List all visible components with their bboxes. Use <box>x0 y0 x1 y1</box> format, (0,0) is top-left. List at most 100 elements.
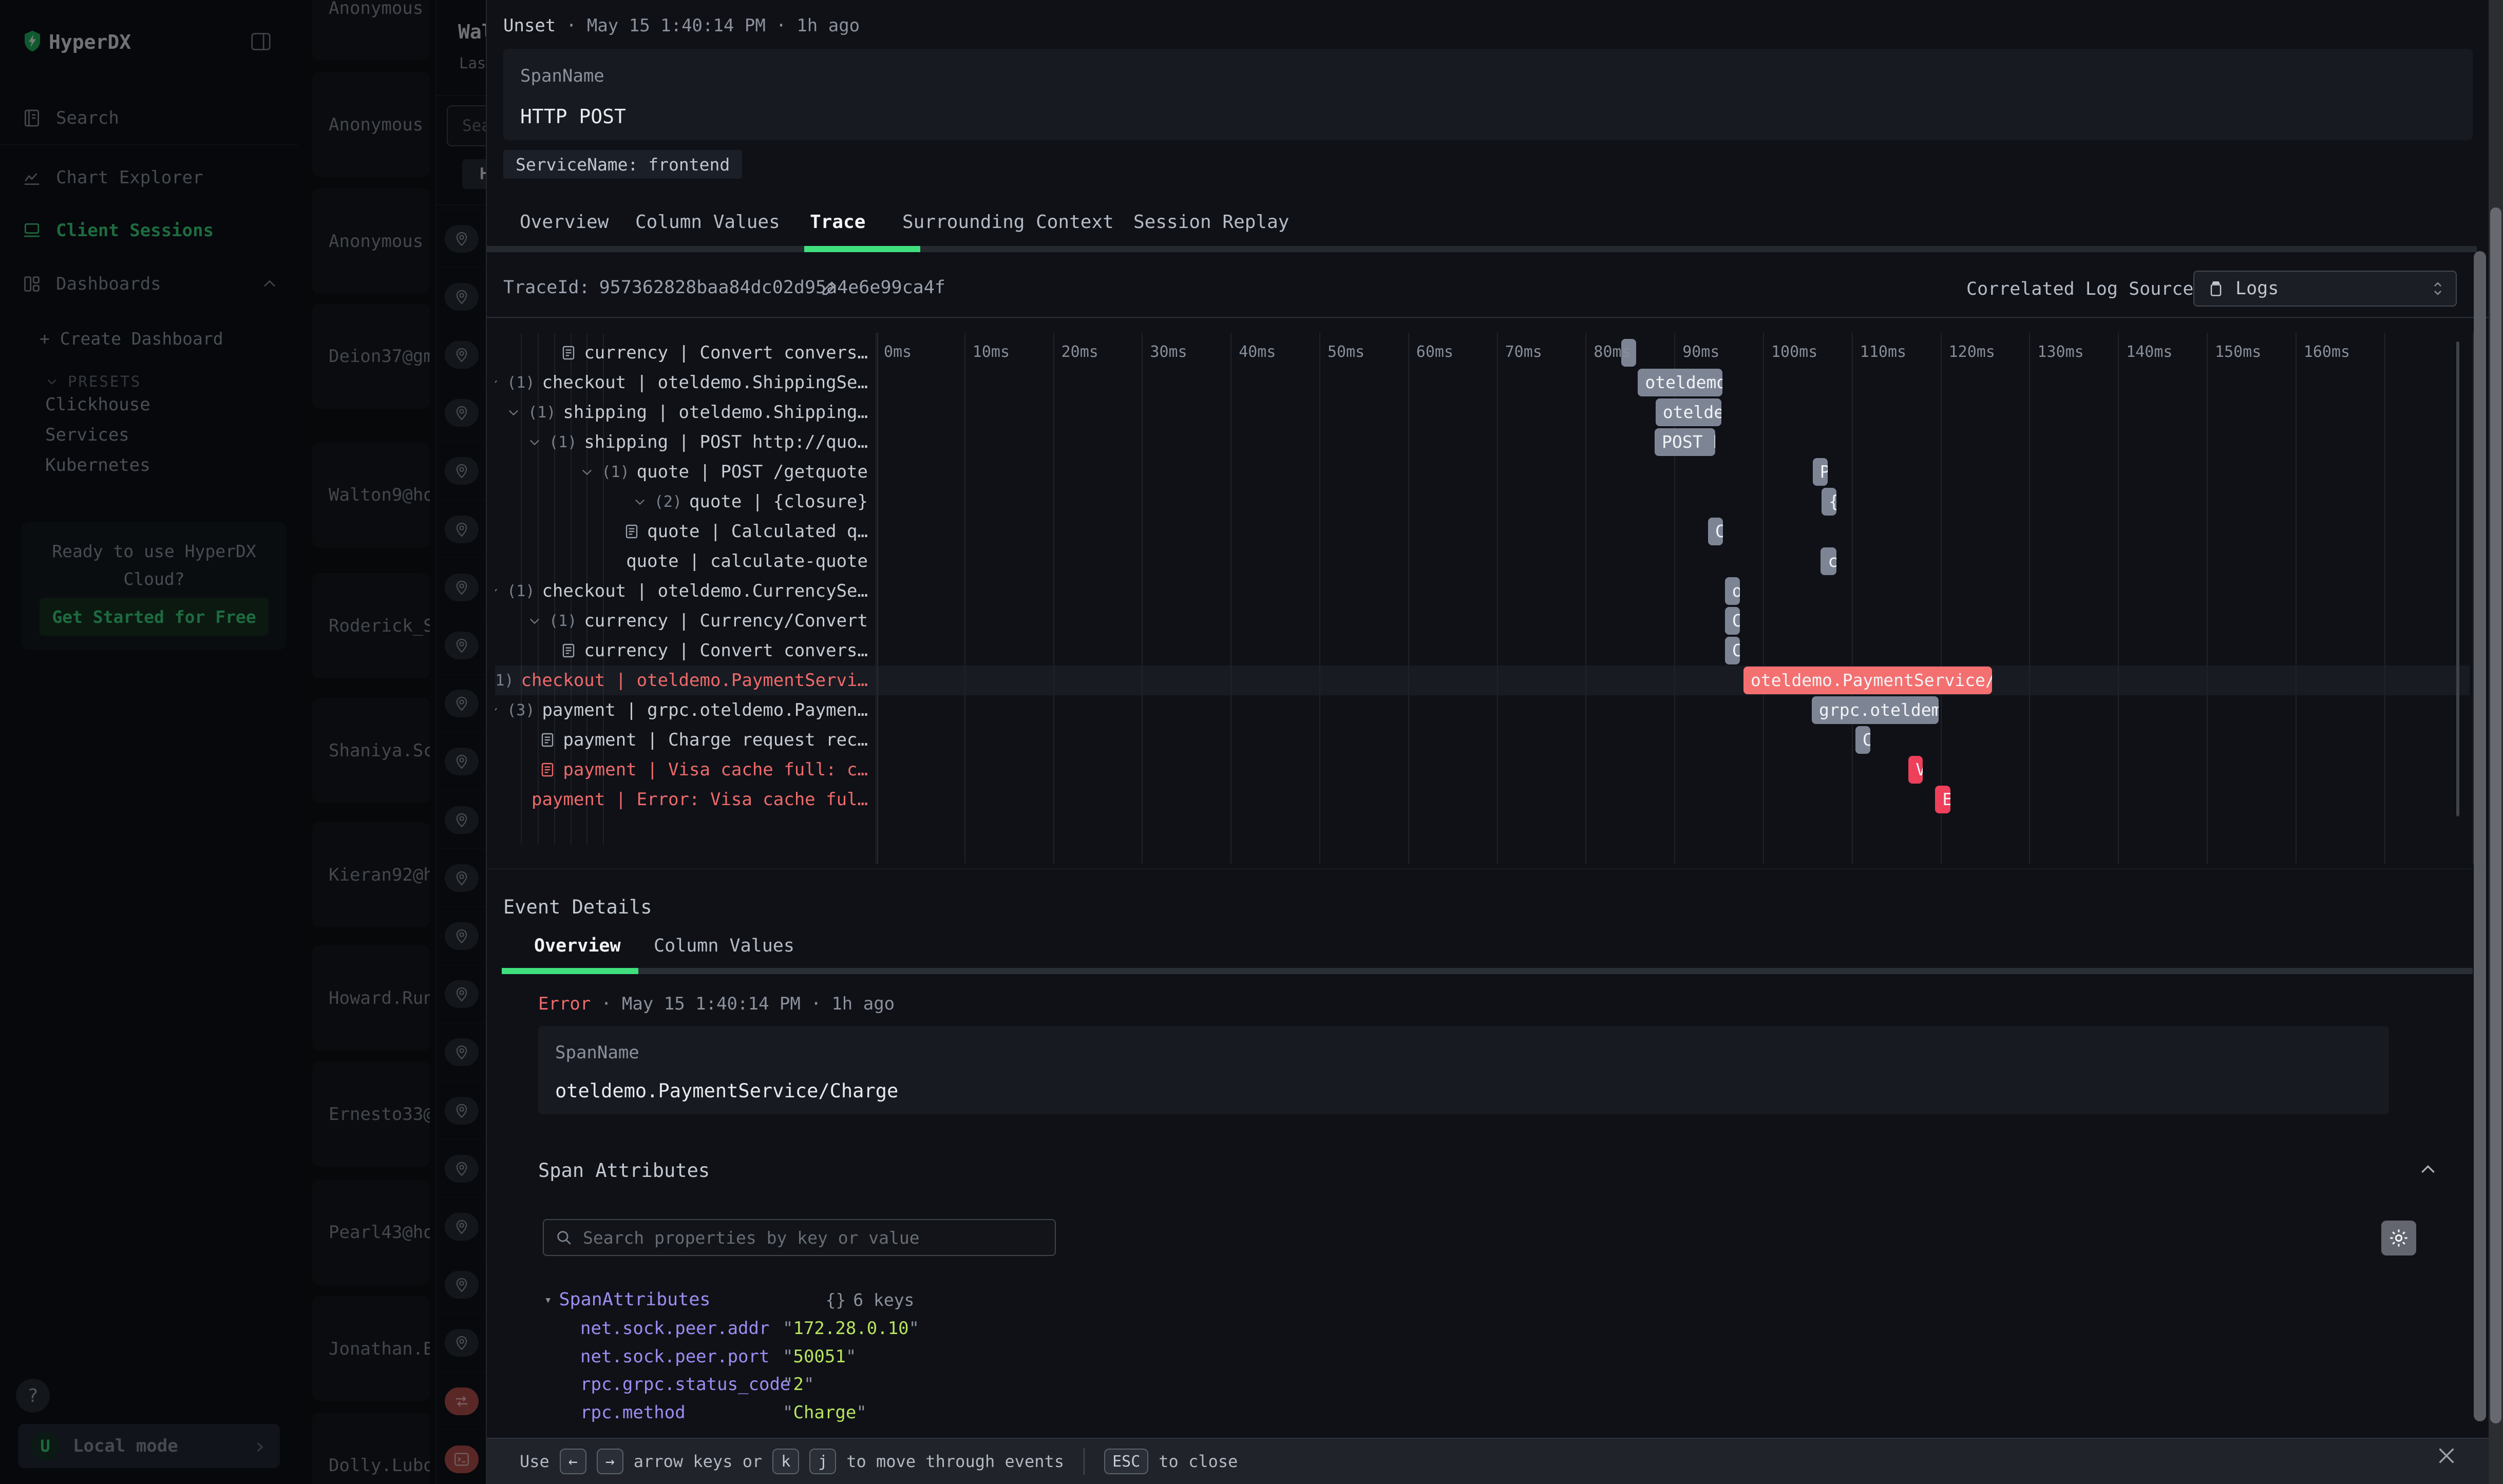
waterfall-scrollbar[interactable] <box>2456 341 2459 816</box>
trace-row-label[interactable]: (2)quote | {closure} <box>495 487 875 517</box>
attributes-tree-root[interactable]: ▾ SpanAttributes {} 6 keys <box>544 1288 914 1311</box>
attribute-key[interactable]: rpc.method <box>580 1402 686 1423</box>
trace-row-label[interactable]: (1)checkout | oteldemo.PaymentServi… <box>495 665 875 695</box>
row-label-text: quote | {closure} <box>689 491 868 512</box>
trace-row-label[interactable]: (1)shipping | POST http://quo… <box>495 427 875 457</box>
row-span-count: (1) <box>528 404 556 422</box>
grid-line <box>2296 333 2297 864</box>
tab-overview[interactable]: Overview <box>520 212 609 233</box>
grid-line <box>1585 333 1586 864</box>
collapse-section-icon[interactable] <box>2418 1159 2438 1180</box>
log-event-icon <box>560 642 577 659</box>
row-chevron-icon[interactable] <box>527 614 542 628</box>
tab-column-values[interactable]: Column Values <box>635 212 780 233</box>
grid-line <box>1941 333 1942 864</box>
trace-row-label[interactable]: payment | Visa cache full: c… <box>495 755 875 785</box>
span-bar[interactable]: E <box>1935 786 1950 813</box>
tab-event-column-values[interactable]: Column Values <box>654 936 794 956</box>
row-label-text: shipping | oteldemo.Shipping… <box>563 402 868 423</box>
span-bar[interactable]: oteldemo.PaymentService/Char <box>1743 667 1992 694</box>
error-status: Error <box>538 994 591 1014</box>
log-event-icon <box>539 762 556 778</box>
trace-row-label[interactable]: (1)quote | POST /getquote <box>495 457 875 487</box>
footer-close-text: to close <box>1159 1452 1238 1471</box>
trace-row-label[interactable]: (1) shipping | oteldemo.Shipping… <box>495 397 875 427</box>
edit-trace-id-icon[interactable] <box>820 278 839 298</box>
grid-line <box>1319 333 1320 864</box>
trace-row-label[interactable]: (3)payment | grpc.oteldemo.Paymen… <box>495 695 875 725</box>
attribute-key[interactable]: net.sock.peer.addr <box>580 1318 769 1339</box>
trace-row-label[interactable]: quote | calculate-quote <box>495 546 875 576</box>
row-chevron-icon[interactable] <box>495 584 500 598</box>
tab-session-replay[interactable]: Session Replay <box>1133 212 1289 233</box>
span-bar[interactable]: C <box>1725 607 1740 635</box>
trace-row-label[interactable]: payment | Error: Visa cache ful… <box>495 785 875 814</box>
span-bar[interactable]: grpc.oteldemo. <box>1812 696 1939 724</box>
grid-line <box>2118 333 2119 864</box>
keys-count: 6 keys <box>853 1290 914 1310</box>
trace-row-label[interactable]: currency | Convert convers… <box>495 338 875 368</box>
tab-trace[interactable]: Trace <box>810 212 865 233</box>
row-span-count: (1) <box>549 612 577 630</box>
timeline-tick-label: 120ms <box>1949 343 1995 361</box>
gear-icon[interactable] <box>2381 1221 2416 1255</box>
service-name-badge[interactable]: ServiceName: frontend <box>503 150 742 179</box>
span-bar[interactable]: POST h <box>1655 428 1715 456</box>
trace-row-label[interactable]: (1)checkout | oteldemo.CurrencySe… <box>495 576 875 606</box>
attribute-key[interactable]: net.sock.peer.port <box>580 1346 769 1367</box>
dot-separator: · <box>811 994 821 1014</box>
row-label-text: quote | calculate-quote <box>626 551 868 572</box>
log-source-select[interactable]: Logs <box>2193 271 2457 307</box>
row-span-count: (1) <box>549 433 577 451</box>
span-bar[interactable]: P <box>1813 458 1828 486</box>
span-bar[interactable]: o <box>1725 577 1740 605</box>
span-bar[interactable]: oteldemo. <box>1638 369 1722 396</box>
status-value: Unset <box>503 15 556 36</box>
row-span-count: (1) <box>495 672 514 690</box>
span-bar[interactable]: { <box>1822 488 1836 516</box>
row-chevron-icon[interactable] <box>633 494 647 509</box>
attributes-search-input[interactable]: Search properties by key or value <box>543 1219 1056 1256</box>
trace-row-label[interactable]: (1)currency | Currency/Convert <box>495 606 875 636</box>
event-span-name-card: SpanName oteldemo.PaymentService/Charge <box>538 1026 2389 1114</box>
row-span-count: (1) <box>507 582 535 600</box>
close-icon[interactable] <box>2435 1444 2458 1468</box>
trace-row-label[interactable]: payment | Charge request rec… <box>495 725 875 755</box>
event-status-line: Unset · May 15 1:40:14 PM · 1h ago <box>503 15 860 36</box>
dot-separator: · <box>566 15 576 36</box>
grid-line <box>1497 333 1498 864</box>
trace-row-label[interactable]: currency | Convert convers… <box>495 636 875 665</box>
span-bar[interactable]: C <box>1708 518 1723 545</box>
row-chevron-icon[interactable] <box>580 465 594 479</box>
span-bar[interactable]: C <box>1725 637 1740 664</box>
span-bar[interactable]: V <box>1908 756 1923 784</box>
attribute-key[interactable]: rpc.grpc.status_code <box>580 1374 790 1395</box>
span-name-label: SpanName <box>555 1042 639 1063</box>
drawer-scrollbar-thumb[interactable] <box>2474 251 2486 1421</box>
attribute-value-text: Charge <box>793 1402 856 1423</box>
span-bar[interactable]: c <box>1821 547 1836 575</box>
tab-surrounding-context[interactable]: Surrounding Context <box>902 212 1114 233</box>
timeline-tick-label: 130ms <box>2037 343 2083 361</box>
braces-icon: {} <box>825 1290 846 1310</box>
trace-row-label[interactable]: quote | Calculated q… <box>495 517 875 546</box>
error-ago: 1h ago <box>831 994 895 1014</box>
trace-row-label[interactable]: (1)checkout | oteldemo.ShippingSe… <box>495 368 875 397</box>
row-chevron-icon[interactable] <box>506 405 521 420</box>
row-label-text: payment | Visa cache full: c… <box>563 759 868 780</box>
row-chevron-icon[interactable] <box>495 375 500 390</box>
row-chevron-icon[interactable] <box>527 435 542 449</box>
tree-expand-icon: ▾ <box>544 1292 552 1307</box>
tab-event-overview[interactable]: Overview <box>534 936 621 956</box>
page-scrollbar-thumb[interactable] <box>2490 207 2501 1423</box>
row-chevron-icon[interactable] <box>495 703 500 717</box>
trace-id-label: TraceId: <box>503 277 590 298</box>
attribute-value-text: 2 <box>793 1374 803 1395</box>
timeline-tick-label: 110ms <box>1860 343 1906 361</box>
row-label-text: payment | grpc.oteldemo.Paymen… <box>542 700 868 720</box>
span-bar[interactable]: C <box>1855 726 1870 754</box>
timeline-tick-label: 70ms <box>1505 343 1542 361</box>
app-root: HyperDX Search Chart Explorer Client Ses… <box>0 0 2503 1484</box>
key-j: j <box>809 1449 836 1474</box>
span-bar[interactable]: oteldem <box>1656 398 1721 426</box>
